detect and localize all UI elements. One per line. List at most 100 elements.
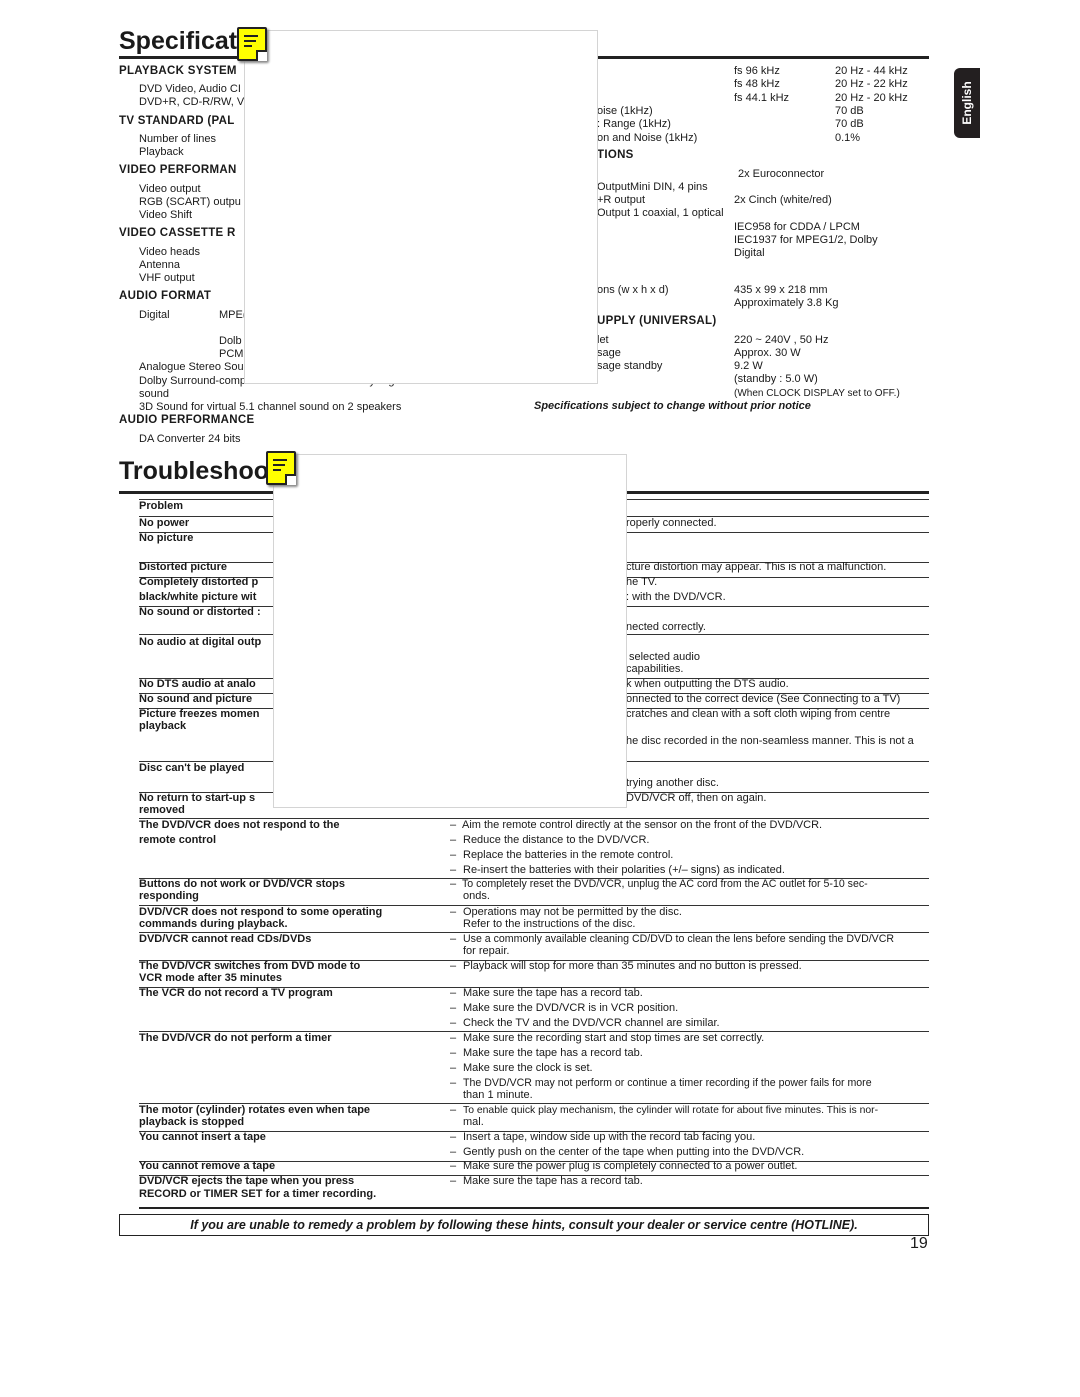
spec-value: 20 Hz - 22 kHz [835,78,908,90]
problem: commands during playback. [139,918,288,930]
spec-value: 0.1% [835,132,861,144]
problem: The DVD/VCR do not perform a timer [139,1032,332,1044]
spec-line: Output 1 coaxial, 1 optical [597,207,724,219]
bullet-dash: – [450,1077,457,1089]
solution: k when outputting the DTS audio. [626,678,789,690]
specs-notice: Specifications subject to change without… [534,400,811,412]
solution: Make sure the tape has a record tab. [463,987,643,999]
page-number: 19 [910,1235,928,1252]
language-tab: English [954,68,980,138]
solution: trying another disc. [626,777,719,789]
solution: onds. [463,890,490,902]
problem: removed [139,804,185,816]
note-icon[interactable] [237,27,267,61]
solution: Make sure the recording start and stop t… [463,1032,765,1044]
bullet-dash: – [450,1017,457,1029]
solution: mal. [463,1116,484,1128]
spec-line: DA Converter 24 bits [139,433,241,445]
spec-value: (When CLOCK DISPLAY set to OFF.) [734,388,900,399]
spec-line: MPE( [219,309,247,321]
spec-value: fs 48 kHz [734,78,780,90]
problem: No sound or distorted : [139,606,261,618]
spec-line: VHF output [139,272,195,284]
note-popup[interactable] [273,454,627,808]
spec-value: 70 dB [835,118,864,130]
bullet-dash: – [450,1160,457,1172]
problem: No DTS audio at analo [139,678,256,690]
solution: roperly connected. [626,517,717,529]
solution: nected correctly. [626,621,706,633]
spec-line: +R output [597,194,646,206]
spec-heading: VIDEO PERFORMAN [119,164,237,176]
spec-value: 70 dB [835,105,864,117]
problem: No audio at digital outp [139,636,262,648]
solution: Make sure the clock is set. [463,1062,593,1074]
problem: playback is stopped [139,1116,245,1128]
spec-heading: PLAYBACK SYSTEM [119,65,237,77]
problem: Disc can't be played [139,762,245,774]
note-popup[interactable] [244,30,598,384]
spec-line: Playback [139,146,184,158]
solution: Make sure the tape has a record tab. [463,1047,643,1059]
solution: : with the DVD/VCR. [626,591,726,603]
spec-value: fs 96 kHz [734,65,780,77]
problem: You cannot remove a tape [139,1160,276,1172]
spec-value: 9.2 W [734,360,763,372]
solution: Replace the batteries in the remote cont… [463,849,674,861]
spec-heading: VIDEO CASSETTE R [119,227,236,239]
spec-line: Video heads [139,246,200,258]
problem: black/white picture wit [139,591,257,603]
spec-heading: AUDIO FORMAT [119,290,212,302]
spec-line: Number of lines [139,133,217,145]
solution: Re-insert the batteries with their polar… [463,864,785,876]
solution: DVD/VCR off, then on again. [626,792,767,804]
spec-value: Approx. 30 W [734,347,801,359]
spec-line: Dolb [219,335,242,347]
bullet-dash: – [450,987,457,999]
bullet-dash: – [450,1131,457,1143]
hotline-footer: If you are unable to remedy a problem by… [119,1214,929,1236]
solution: he TV. [626,576,658,588]
column-header-problem: Problem [139,500,184,512]
problem: playback [139,720,187,732]
problem: No power [139,517,190,529]
trouble-title: Troubleshoot [119,457,278,485]
spec-line: 3D Sound for virtual 5.1 channel sound o… [139,401,402,413]
bullet-dash: – [450,849,457,861]
solution: Check the TV and the DVD/VCR channel are… [463,1017,720,1029]
bullet-dash: – [450,864,457,876]
problem: VCR mode after 35 minutes [139,972,283,984]
bullet-dash: – [450,1047,457,1059]
problem: No sound and picture [139,693,253,705]
bullet-dash: – [450,1002,457,1014]
problem: The DVD/VCR does not respond to the [139,819,340,831]
spec-line: Video Shift [139,209,193,221]
problem: DVD/VCR ejects the tape when you press [139,1175,355,1187]
spec-value: 2x Cinch (white/red) [734,194,832,206]
spec-line: Antenna [139,259,180,271]
spec-line: ons (w x h x d) [597,284,669,296]
spec-line: DVD Video, Audio CI [139,83,241,95]
problem: DVD/VCR cannot read CDs/DVDs [139,933,312,945]
bullet-dash: – [450,960,457,972]
solution: Playback will stop for more than 35 minu… [463,960,802,972]
bullet-dash: – [450,819,457,831]
solution: cture distortion may appear. This is not… [626,561,887,573]
spec-line: sound [139,388,169,400]
bullet-dash: – [450,1175,457,1187]
spec-line: Analogue Stereo Sou [139,361,244,373]
solution: Reduce the distance to the DVD/VCR. [463,834,650,846]
solution: Make sure the tape has a record tab. [463,1175,643,1187]
bullet-dash: – [450,1104,457,1116]
solution: Refer to the instructions of the disc. [463,918,636,930]
solution: Aim the remote control directly at the s… [462,819,823,831]
spec-line: let [597,334,609,346]
spec-value: Digital [734,247,765,259]
spec-value: 20 Hz - 44 kHz [835,65,908,77]
note-icon[interactable] [266,451,296,485]
spec-heading: TV STANDARD (PAL [119,115,235,127]
spec-heading: UPPLY (UNIVERSAL) [597,315,717,327]
solution: To completely reset the DVD/VCR, unplug … [462,878,868,890]
bullet-dash: – [450,1062,457,1074]
spec-value: IEC958 for CDDA / LPCM [734,221,860,233]
